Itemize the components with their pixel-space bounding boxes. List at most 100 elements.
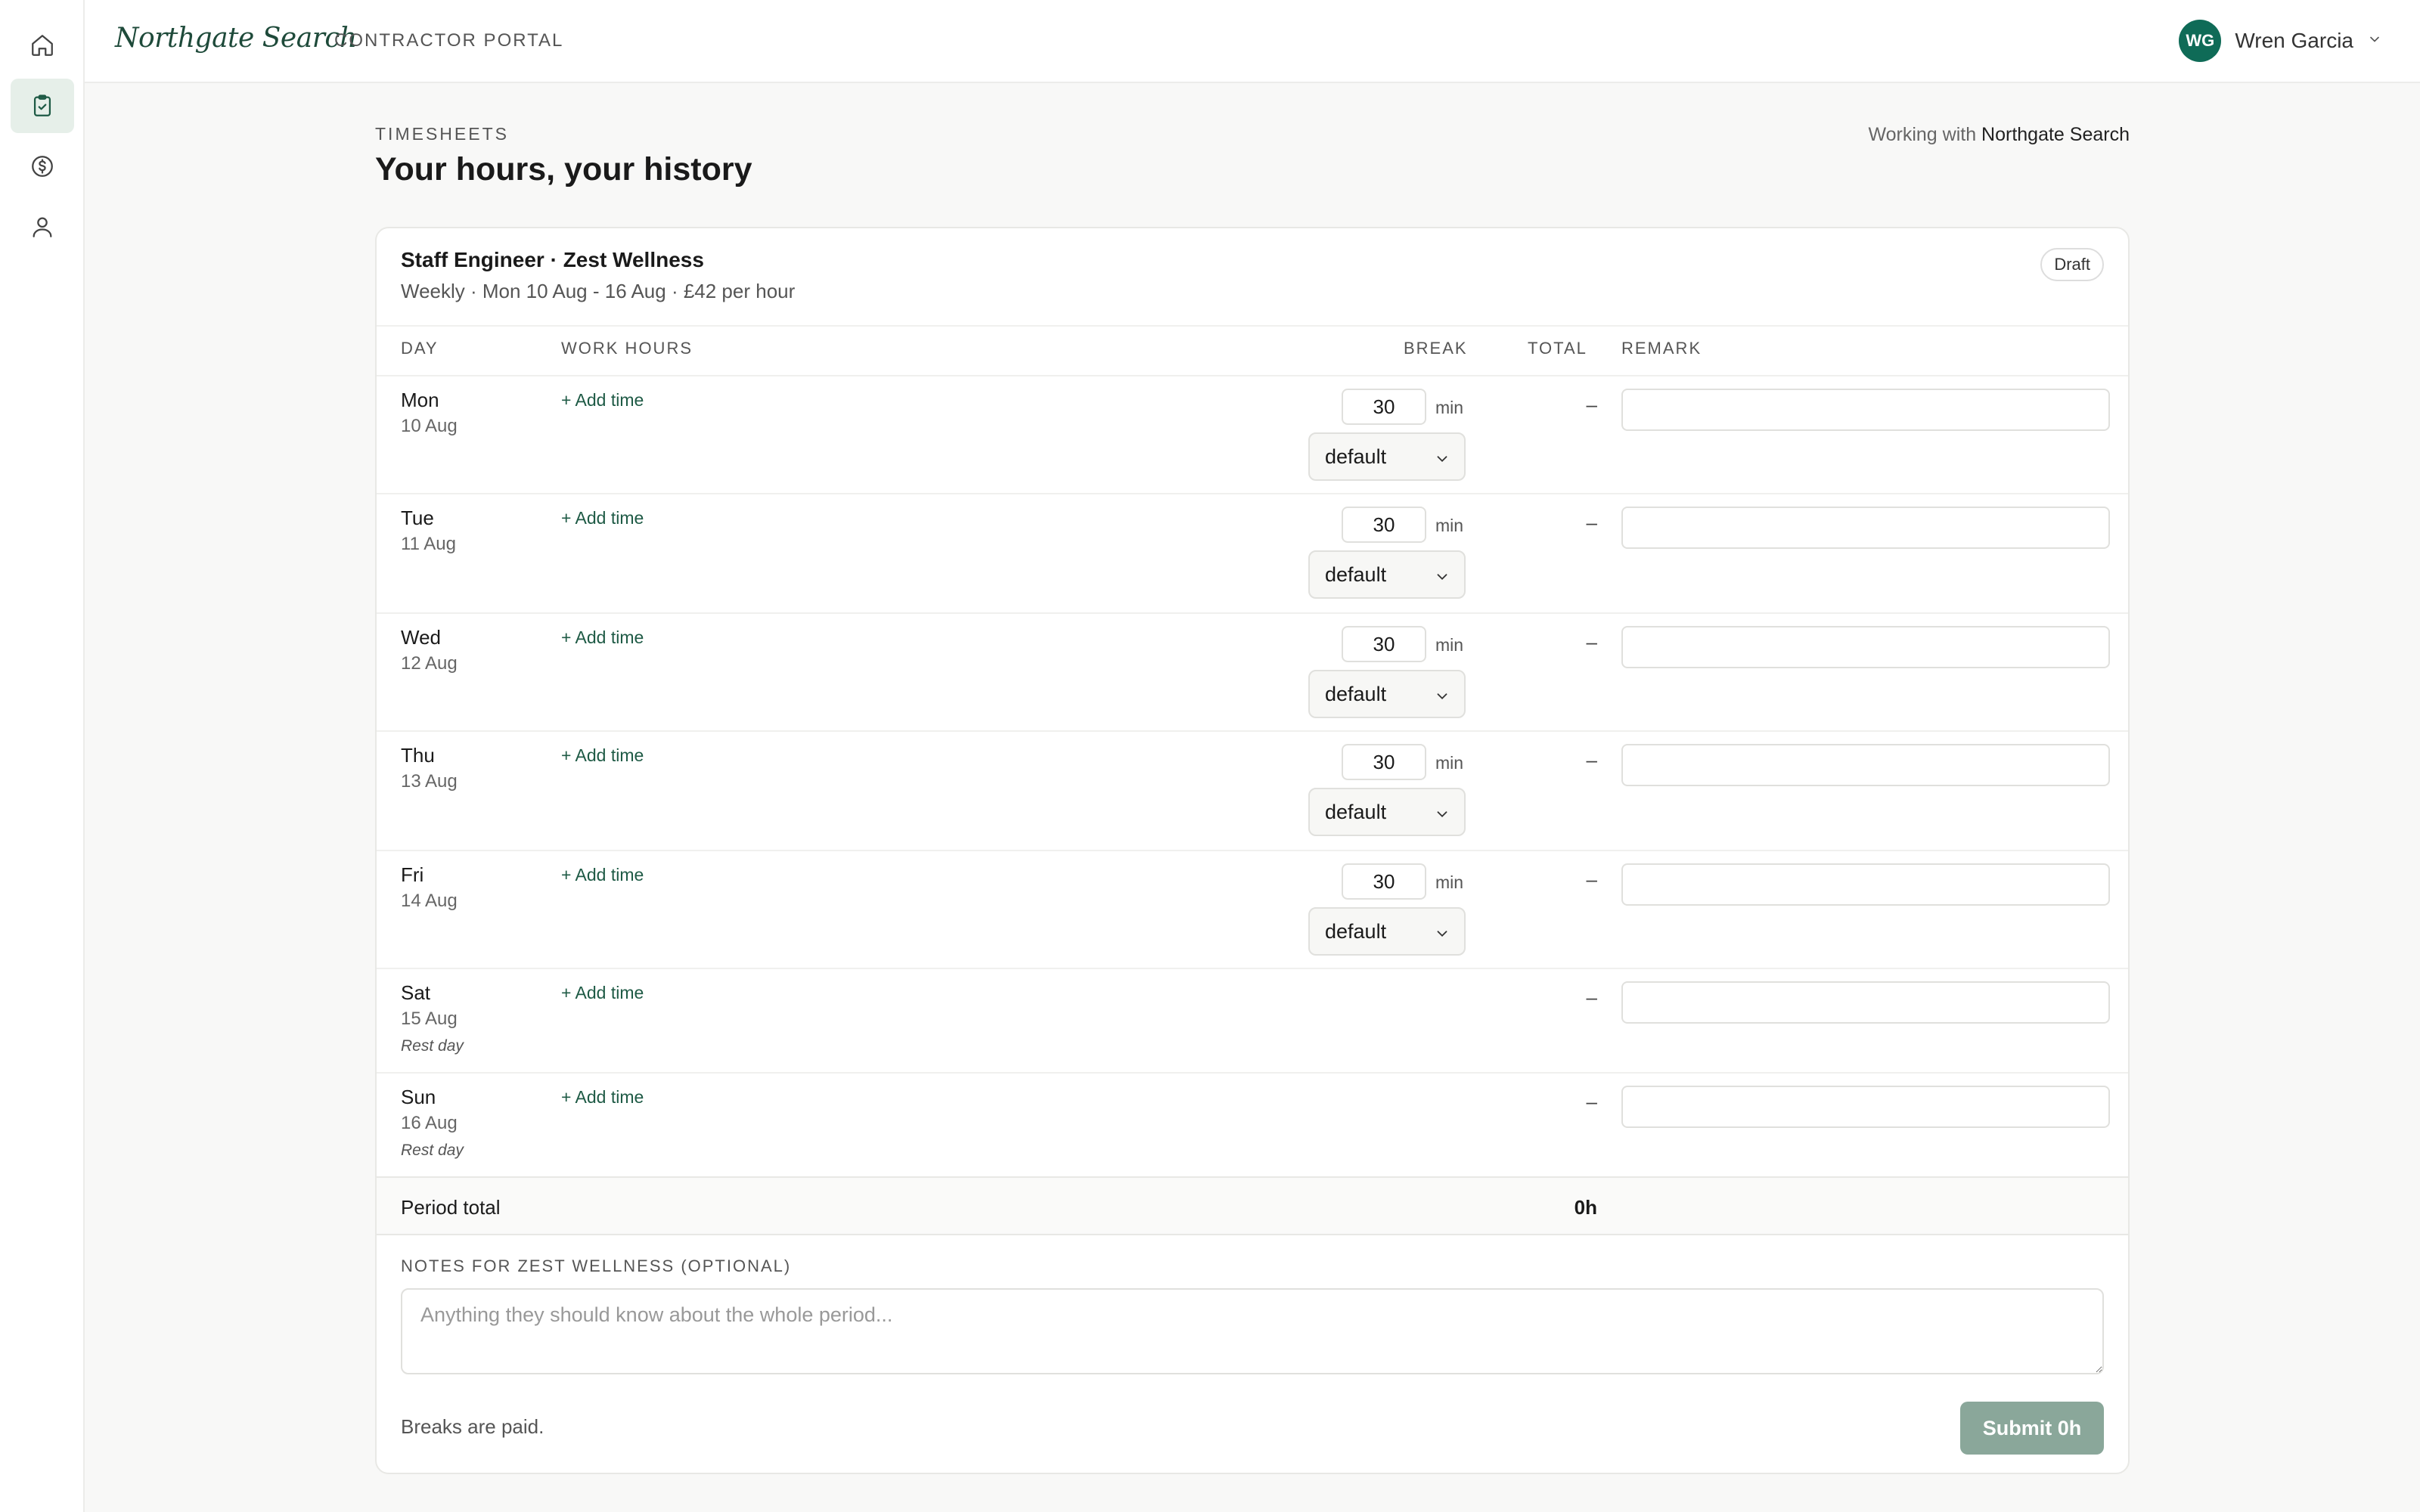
working-with: Working with Northgate Search xyxy=(1868,124,2130,146)
column-header-break: BREAK xyxy=(1404,339,1468,358)
card-header: Staff Engineer · Zest Wellness Weekly · … xyxy=(377,228,2128,327)
user-menu[interactable]: WG Wren Garcia xyxy=(2179,20,2382,62)
portal-label: CONTRACTOR PORTAL xyxy=(334,30,564,51)
chevron-down-icon xyxy=(1434,686,1450,710)
min-label: min xyxy=(1435,516,1464,535)
column-header-total: TOTAL xyxy=(1528,339,1587,358)
break-mode-select[interactable]: default xyxy=(1308,550,1466,599)
column-header-day: DAY xyxy=(401,339,439,358)
break-minutes-input[interactable] xyxy=(1342,626,1426,662)
remark-input[interactable] xyxy=(1621,389,2110,431)
chevron-down-icon xyxy=(2367,32,2382,51)
add-time-link[interactable]: + Add time xyxy=(561,983,644,1003)
job-title: Staff Engineer · Zest Wellness xyxy=(401,248,704,271)
break-mode-select[interactable]: default xyxy=(1308,907,1466,956)
user-name: Wren Garcia xyxy=(2235,29,2353,52)
remark-input[interactable] xyxy=(1621,863,2110,906)
avatar: WG xyxy=(2179,20,2222,62)
nav-profile[interactable] xyxy=(11,200,74,254)
nav-home[interactable] xyxy=(11,18,74,73)
table-row: Fri 14 Aug + Add time min default – xyxy=(377,850,2128,968)
status-badge: Draft xyxy=(2040,248,2104,281)
remark-input[interactable] xyxy=(1621,744,2110,786)
period-total-label: Period total xyxy=(401,1196,501,1219)
row-total: – xyxy=(1586,868,1597,891)
row-total: – xyxy=(1586,748,1597,771)
row-total: – xyxy=(1586,986,1597,1009)
break-mode-select[interactable]: default xyxy=(1308,432,1466,481)
day-name: Tue xyxy=(401,507,434,529)
day-name: Mon xyxy=(401,389,439,411)
nav-payments[interactable] xyxy=(11,139,74,194)
add-time-link[interactable]: + Add time xyxy=(561,865,644,885)
sidebar xyxy=(0,0,85,1512)
day-name: Fri xyxy=(401,863,424,886)
chevron-down-icon xyxy=(1434,924,1450,947)
user-icon xyxy=(33,217,52,237)
day-date: 16 Aug xyxy=(401,1113,458,1133)
table-row: Sat 15 Aug Rest day + Add time – xyxy=(377,968,2128,1072)
table-row: Tue 11 Aug + Add time min default – xyxy=(377,493,2128,612)
rest-day-label: Rest day xyxy=(401,1037,464,1055)
break-mode-select[interactable]: default xyxy=(1308,788,1466,836)
table-row: Mon 10 Aug + Add time min default – xyxy=(377,375,2128,494)
notes-textarea[interactable] xyxy=(401,1288,2104,1374)
chevron-down-icon xyxy=(1434,567,1450,590)
break-mode-value: default xyxy=(1325,800,1387,823)
add-time-link[interactable]: + Add time xyxy=(561,1087,644,1108)
day-date: 11 Aug xyxy=(401,534,456,554)
break-minutes-input[interactable] xyxy=(1342,744,1426,780)
day-name: Wed xyxy=(401,626,441,649)
chevron-down-icon xyxy=(1434,449,1450,472)
brand-logo[interactable]: Northgate Search xyxy=(115,23,357,54)
day-date: 12 Aug xyxy=(401,653,458,674)
break-minutes-input[interactable] xyxy=(1342,863,1426,900)
home-icon xyxy=(32,35,53,56)
add-time-link[interactable]: + Add time xyxy=(561,627,644,648)
section-eyebrow: TIMESHEETS xyxy=(375,124,509,144)
break-mode-value: default xyxy=(1325,682,1387,705)
timesheet-card: Staff Engineer · Zest Wellness Weekly · … xyxy=(375,227,2130,1474)
add-time-link[interactable]: + Add time xyxy=(561,390,644,411)
notes-label: NOTES FOR ZEST WELLNESS (OPTIONAL) xyxy=(401,1256,792,1275)
min-label: min xyxy=(1435,872,1464,892)
day-date: 13 Aug xyxy=(401,771,458,792)
remark-input[interactable] xyxy=(1621,626,2110,668)
period-total-row: Period total 0h xyxy=(377,1176,2128,1235)
add-time-link[interactable]: + Add time xyxy=(561,508,644,528)
add-time-link[interactable]: + Add time xyxy=(561,745,644,766)
working-with-prefix: Working with xyxy=(1868,124,1977,145)
table-row: Wed 12 Aug + Add time min default – xyxy=(377,612,2128,732)
dollar-icon xyxy=(32,156,53,177)
row-total: – xyxy=(1586,393,1597,416)
clipboard-check-icon xyxy=(33,94,51,116)
submit-button[interactable]: Submit 0h xyxy=(1960,1402,2104,1455)
job-meta: Weekly · Mon 10 Aug - 16 Aug · £42 per h… xyxy=(401,280,796,302)
day-name: Sat xyxy=(401,981,431,1004)
day-date: 10 Aug xyxy=(401,416,458,436)
day-name: Sun xyxy=(401,1086,436,1108)
min-label: min xyxy=(1435,753,1464,773)
remark-input[interactable] xyxy=(1621,981,2110,1024)
break-mode-value: default xyxy=(1325,562,1387,586)
remark-input[interactable] xyxy=(1621,507,2110,549)
period-total-value: 0h xyxy=(1574,1196,1597,1219)
column-header-work-hours: WORK HOURS xyxy=(561,339,693,358)
table-row: Sun 16 Aug Rest day + Add time – xyxy=(377,1072,2128,1176)
min-label: min xyxy=(1435,398,1464,417)
break-minutes-input[interactable] xyxy=(1342,389,1426,425)
row-total: – xyxy=(1586,631,1597,653)
chevron-down-icon xyxy=(1434,804,1450,828)
day-date: 15 Aug xyxy=(401,1009,458,1029)
remark-input[interactable] xyxy=(1621,1086,2110,1128)
column-header-remark: REMARK xyxy=(1621,339,1702,358)
rest-day-label: Rest day xyxy=(401,1142,464,1159)
break-mode-value: default xyxy=(1325,445,1387,468)
break-mode-select[interactable]: default xyxy=(1308,670,1466,718)
row-total: – xyxy=(1586,511,1597,534)
day-name: Thu xyxy=(401,744,435,767)
breaks-footnote: Breaks are paid. xyxy=(401,1415,544,1438)
nav-timesheets[interactable] xyxy=(11,79,74,133)
break-minutes-input[interactable] xyxy=(1342,507,1426,543)
break-mode-value: default xyxy=(1325,919,1387,943)
